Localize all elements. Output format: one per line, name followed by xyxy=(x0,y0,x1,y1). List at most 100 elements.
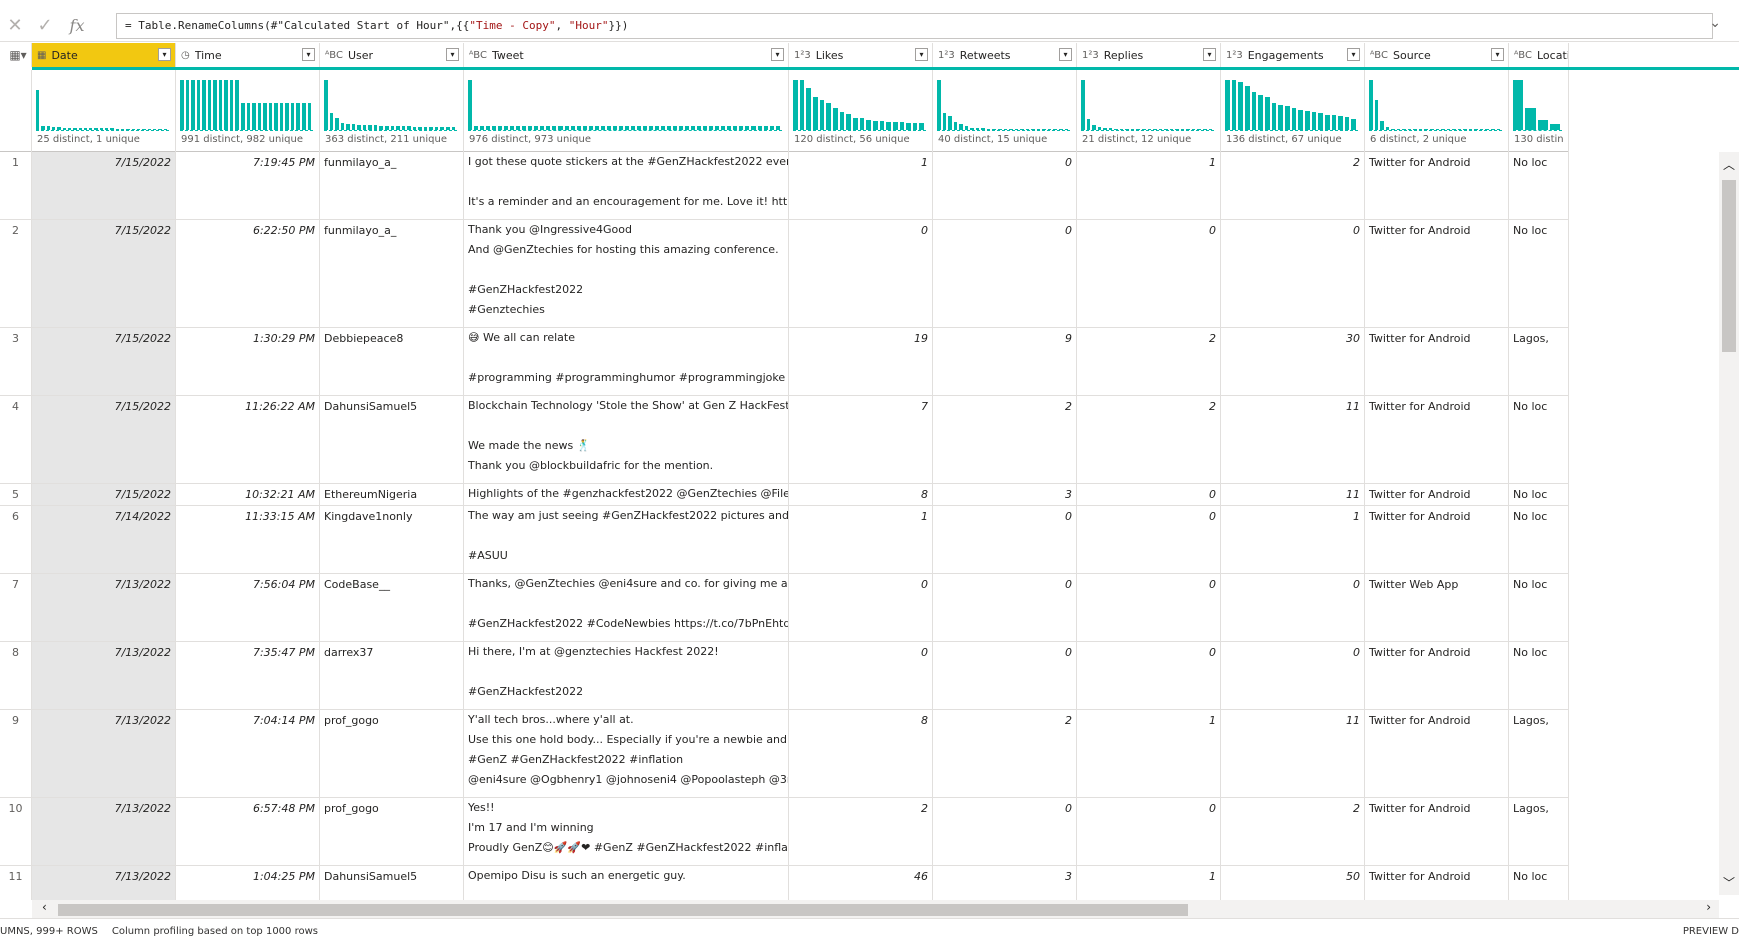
column-type-icon[interactable]: ᴬBC xyxy=(469,50,487,61)
cell-engagements[interactable]: 11 xyxy=(1221,484,1365,506)
cell-user[interactable]: prof_gogo xyxy=(320,798,464,866)
cell-likes[interactable]: 46 xyxy=(789,866,933,900)
distribution-bar[interactable] xyxy=(440,127,445,130)
cell-time[interactable]: 1:30:29 PM xyxy=(176,328,320,396)
distribution-bar[interactable] xyxy=(606,126,611,130)
distribution-bar[interactable] xyxy=(679,126,684,130)
status-profiling[interactable]: Column profiling based on top 1000 rows xyxy=(112,926,318,937)
distribution-bar[interactable] xyxy=(964,126,969,130)
distribution-bar[interactable] xyxy=(1380,121,1384,130)
distribution-bar[interactable] xyxy=(412,127,417,130)
distribution-bar[interactable] xyxy=(661,126,666,130)
distribution-bar[interactable] xyxy=(1413,129,1417,130)
distribution-bar[interactable] xyxy=(351,124,356,130)
cell-retweets[interactable]: 0 xyxy=(933,642,1077,710)
cell-user[interactable]: darrex37 xyxy=(320,642,464,710)
cell-engagements[interactable]: 50 xyxy=(1221,866,1365,900)
cell-time[interactable]: 10:32:21 AM xyxy=(176,484,320,506)
cell-location[interactable]: No loc xyxy=(1509,220,1569,328)
cell-tweet[interactable]: Thanks, @GenZtechies @eni4sure and co. f… xyxy=(464,574,789,642)
distribution-bar[interactable] xyxy=(691,126,696,130)
distribution-bar[interactable] xyxy=(474,126,479,130)
cell-engagements[interactable]: 30 xyxy=(1221,328,1365,396)
distribution-bar[interactable] xyxy=(246,103,251,130)
column-type-icon[interactable]: ◷ xyxy=(181,50,190,61)
distribution-bar[interactable] xyxy=(1441,129,1445,130)
distribution-bar[interactable] xyxy=(1119,129,1124,130)
distribution-bar[interactable] xyxy=(446,127,450,130)
distribution-bar[interactable] xyxy=(654,126,659,130)
distribution-bar[interactable] xyxy=(1418,129,1423,130)
distribution-bar[interactable] xyxy=(1344,117,1350,130)
distribution-bar[interactable] xyxy=(673,126,678,130)
distribution-bar[interactable] xyxy=(819,100,825,130)
row-number[interactable]: 11 xyxy=(0,866,32,900)
distribution-bar[interactable] xyxy=(191,80,195,130)
distribution-bar[interactable] xyxy=(975,128,980,130)
cell-replies[interactable]: 2 xyxy=(1077,328,1221,396)
distribution-bar[interactable] xyxy=(257,103,262,130)
distribution-chart[interactable] xyxy=(1081,75,1214,131)
distribution-bar[interactable] xyxy=(1452,129,1456,130)
cell-source[interactable]: Twitter for Android xyxy=(1365,506,1509,574)
cell-user[interactable]: CodeBase__ xyxy=(320,574,464,642)
distribution-bar[interactable] xyxy=(89,128,93,130)
distribution-bar[interactable] xyxy=(340,123,345,130)
column-header-date[interactable]: ▦ Date ▾ xyxy=(32,43,176,67)
cell-time[interactable]: 1:04:25 PM xyxy=(176,866,320,900)
distribution-bar[interactable] xyxy=(594,126,599,130)
cell-source[interactable]: Twitter for Android xyxy=(1365,220,1509,328)
distribution-bar[interactable] xyxy=(296,103,301,130)
distribution-bar[interactable] xyxy=(1244,86,1250,130)
distribution-bar[interactable] xyxy=(229,80,234,130)
formula-input[interactable]: = Table.RenameColumns(#"Calculated Start… xyxy=(116,13,1713,39)
distribution-bar[interactable] xyxy=(1549,124,1560,130)
cell-source[interactable]: Twitter for Android xyxy=(1365,396,1509,484)
distribution-bar[interactable] xyxy=(1042,129,1046,130)
distribution-bar[interactable] xyxy=(407,126,411,130)
distribution-bar[interactable] xyxy=(1385,127,1390,130)
distribution-chart[interactable] xyxy=(1225,75,1358,131)
distribution-bar[interactable] xyxy=(1031,129,1035,130)
row-number[interactable]: 7 xyxy=(0,574,32,642)
cell-tweet[interactable]: I got these quote stickers at the #GenZH… xyxy=(464,152,789,220)
cell-tweet[interactable]: The way am just seeing #GenZHackfest2022… xyxy=(464,506,789,574)
distribution-bar[interactable] xyxy=(912,123,918,130)
cell-location[interactable]: No loc xyxy=(1509,484,1569,506)
distribution-bar[interactable] xyxy=(618,126,623,130)
cell-time[interactable]: 6:57:48 PM xyxy=(176,798,320,866)
distribution-bar[interactable] xyxy=(630,126,635,130)
table-row[interactable]: 3 7/15/2022 1:30:29 PM Debbiepeace8 😅 We all… xyxy=(0,328,1569,396)
cell-likes[interactable]: 0 xyxy=(789,642,933,710)
cell-location[interactable]: Lagos, xyxy=(1509,798,1569,866)
cell-tweet[interactable]: Thank you @Ingressive4Good And @GenZtechi… xyxy=(464,220,789,328)
row-number[interactable]: 9 xyxy=(0,710,32,798)
distribution-chart[interactable] xyxy=(36,75,169,131)
distribution-bar[interactable] xyxy=(846,114,851,130)
distribution-bar[interactable] xyxy=(67,128,72,130)
distribution-bar[interactable] xyxy=(879,121,885,130)
column-type-icon[interactable]: 1²3 xyxy=(1082,50,1099,61)
distribution-bar[interactable] xyxy=(624,126,629,130)
distribution-bar[interactable] xyxy=(121,129,125,130)
cell-likes[interactable]: 8 xyxy=(789,484,933,506)
column-header-source[interactable]: ᴬBC Source ▾ xyxy=(1365,43,1509,67)
table-row[interactable]: 8 7/13/2022 7:35:47 PM darrex37 Hi there, I'… xyxy=(0,642,1569,710)
distribution-bar[interactable] xyxy=(290,103,295,130)
distribution-bar[interactable] xyxy=(799,80,805,130)
distribution-bar[interactable] xyxy=(1053,129,1058,130)
distribution-bar[interactable] xyxy=(131,129,135,130)
distribution-bar[interactable] xyxy=(1304,111,1310,130)
filter-dropdown-icon[interactable]: ▾ xyxy=(1491,48,1504,61)
distribution-chart[interactable] xyxy=(468,75,782,131)
cancel-formula-button[interactable]: ✕ xyxy=(0,10,30,42)
distribution-bar[interactable] xyxy=(1191,129,1196,130)
distribution-bar[interactable] xyxy=(992,129,997,130)
distribution-bar[interactable] xyxy=(1009,129,1013,130)
distribution-bar[interactable] xyxy=(158,129,162,130)
distribution-bar[interactable] xyxy=(279,103,284,130)
column-type-icon[interactable]: ᴬBC xyxy=(1370,50,1388,61)
distribution-bar[interactable] xyxy=(600,126,605,130)
distribution-bar[interactable] xyxy=(866,120,871,130)
distribution-bar[interactable] xyxy=(1147,129,1152,130)
